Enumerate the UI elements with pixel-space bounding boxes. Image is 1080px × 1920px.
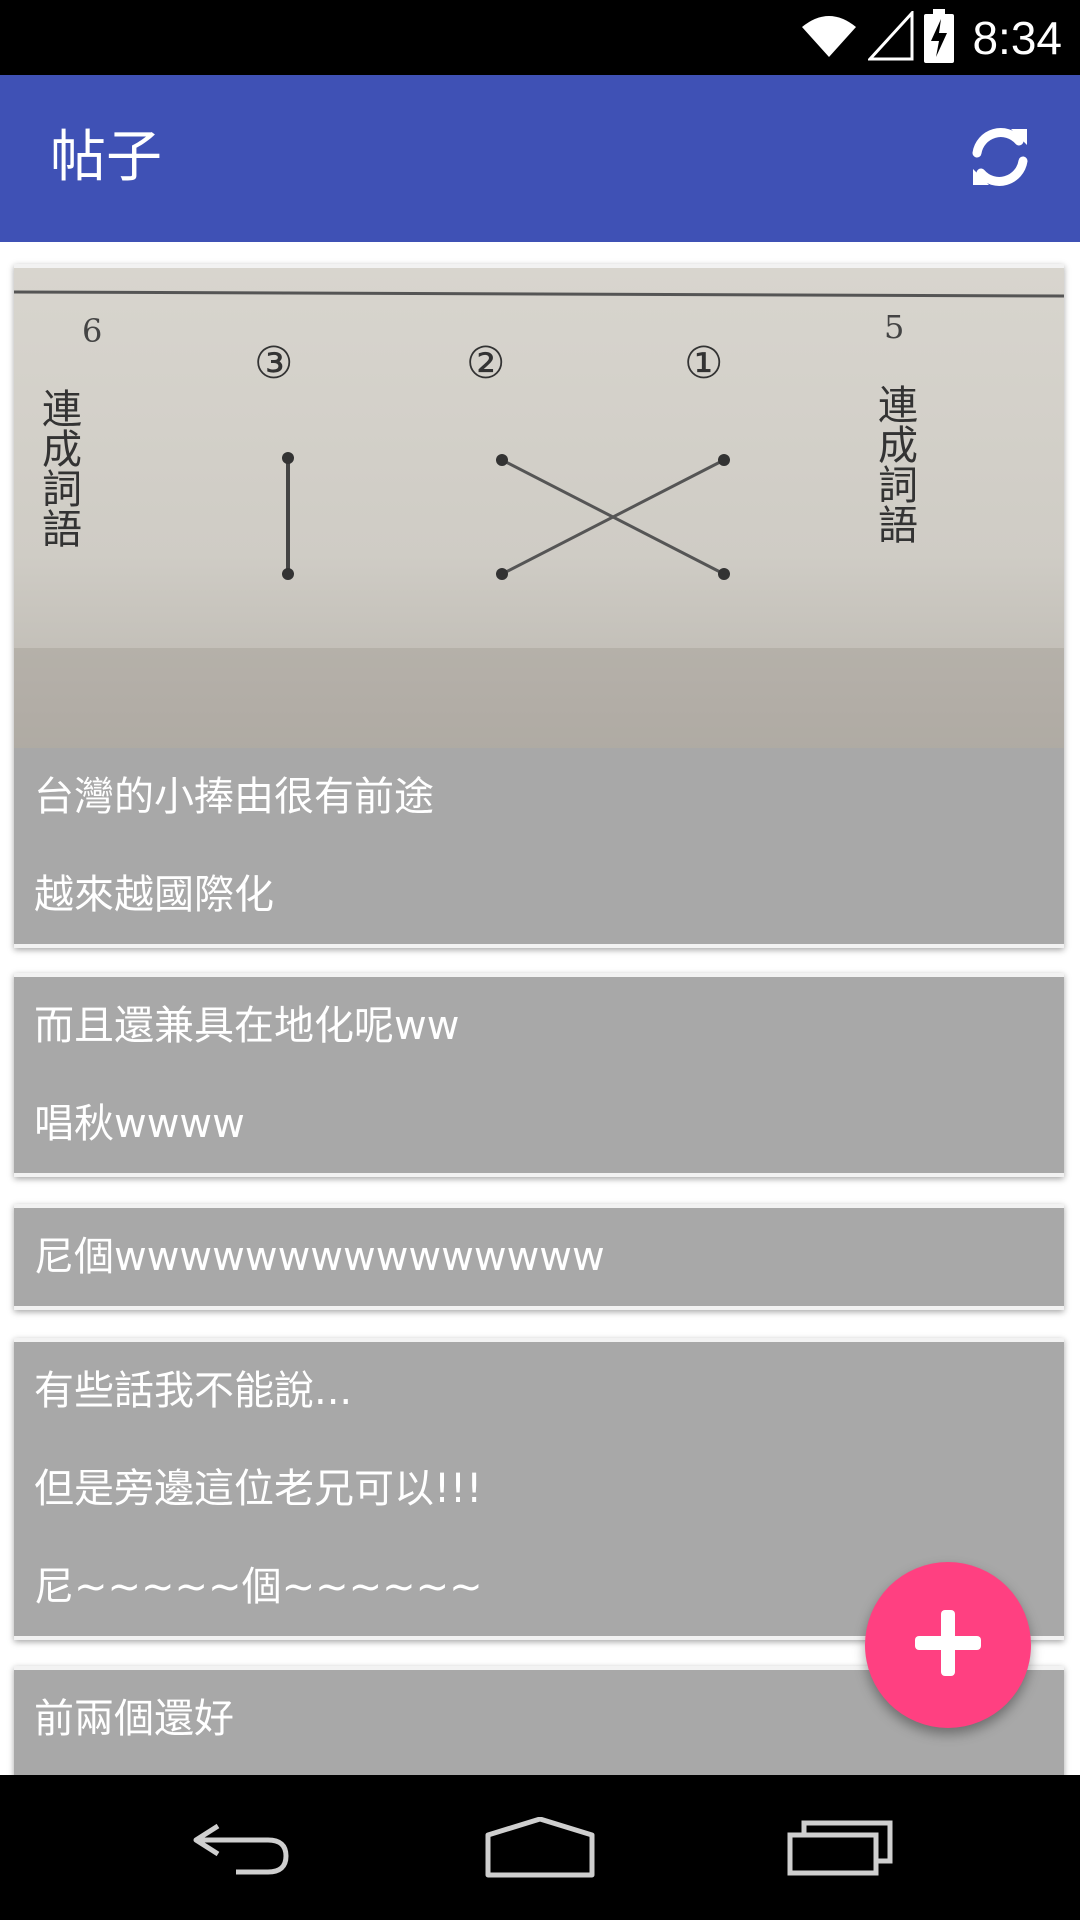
- navigation-bar: [0, 1775, 1080, 1920]
- post-line: 越來越國際化: [34, 872, 274, 918]
- circle-3: ③: [254, 338, 293, 389]
- post-line: 有些話我不能說...: [34, 1368, 353, 1414]
- post-line: 尼個wwwwwwwwwwwwwww: [34, 1234, 605, 1280]
- home-button[interactable]: [480, 1805, 600, 1895]
- app-bar: 帖子: [0, 75, 1080, 242]
- post-text: 台灣的小捧由很有前途 越來越國際化: [14, 748, 1064, 944]
- page-title: 帖子: [50, 125, 162, 190]
- recents-button[interactable]: [780, 1805, 900, 1895]
- wifi-icon: [800, 13, 858, 63]
- battery-charging-icon: [924, 9, 955, 67]
- post-card[interactable]: 尼個wwwwwwwwwwwwwww: [14, 1204, 1064, 1310]
- circle-1: ①: [684, 338, 723, 389]
- home-icon: [484, 1816, 596, 1883]
- back-icon: [188, 1818, 292, 1882]
- status-time: 8:34: [972, 12, 1062, 64]
- question-number-right: 5: [884, 308, 904, 346]
- post-line: 而且還兼具在地化呢ww: [34, 1003, 460, 1049]
- worksheet-photo: 6 連成詞語 5 連成詞語 ③ ② ①: [14, 290, 1064, 748]
- status-icons: 8:34: [800, 6, 1062, 70]
- refresh-button[interactable]: [960, 119, 1040, 199]
- question-number-left: 6: [82, 312, 102, 350]
- vertical-title-left: 連成詞語: [35, 388, 81, 548]
- vertical-title-right: 連成詞語: [871, 384, 917, 544]
- post-card[interactable]: 而且還兼具在地化呢ww 唱秋wwww: [14, 973, 1064, 1177]
- post-line: 但是旁邊這位老兄可以!!!: [34, 1466, 483, 1512]
- post-feed[interactable]: 6 連成詞語 5 連成詞語 ③ ② ① 台灣的小捧由很有前途 越來越國際化 而且…: [0, 242, 1080, 1775]
- post-line: 台灣的小捧由很有前途: [34, 774, 434, 820]
- add-icon: [913, 1608, 983, 1682]
- recents-icon: [786, 1819, 894, 1881]
- post-text: 而且還兼具在地化呢ww 唱秋wwww: [14, 977, 1064, 1173]
- post-image: 6 連成詞語 5 連成詞語 ③ ② ①: [14, 268, 1064, 748]
- back-button[interactable]: [180, 1805, 300, 1895]
- signal-icon: [867, 9, 914, 65]
- add-post-button[interactable]: [865, 1562, 1031, 1728]
- status-bar: 8:34: [0, 0, 1080, 75]
- post-text: 尼個wwwwwwwwwwwwwww: [14, 1208, 1064, 1306]
- post-card[interactable]: 6 連成詞語 5 連成詞語 ③ ② ① 台灣的小捧由很有前途 越來越國際化: [14, 264, 1064, 948]
- post-line: 唱秋wwww: [34, 1101, 245, 1147]
- refresh-icon: [967, 125, 1033, 193]
- circle-2: ②: [466, 338, 505, 389]
